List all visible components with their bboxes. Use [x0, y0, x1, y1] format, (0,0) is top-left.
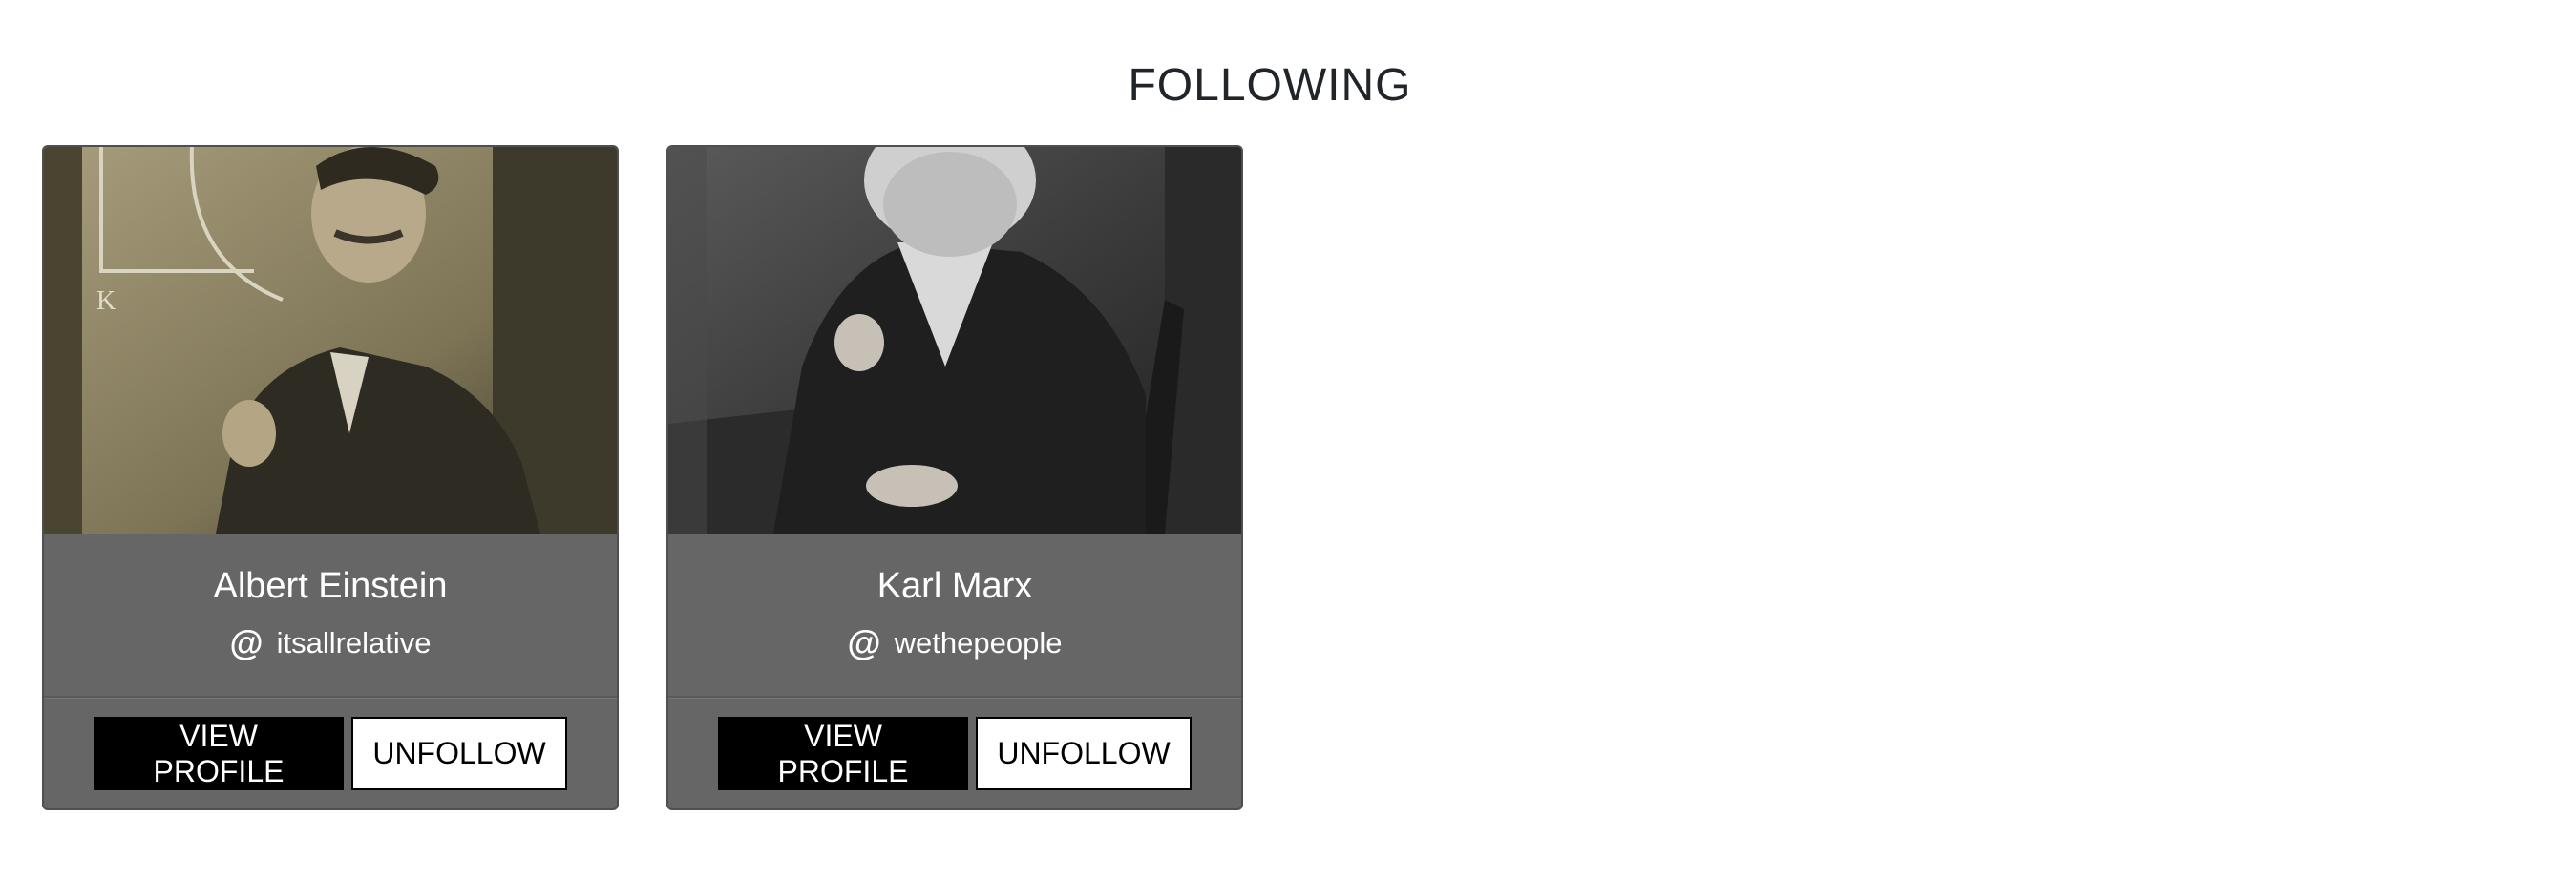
user-name: Karl Marx [876, 566, 1033, 606]
profile-photo: K [44, 147, 617, 534]
page-title: FOLLOWING [1128, 60, 1412, 112]
at-icon: @ [847, 623, 881, 662]
user-handle: @ wethepeople [848, 626, 1063, 660]
user-card: K Albert Einstein @ itsallrelative VIEW … [42, 145, 619, 810]
card-body: Karl Marx @ wethepeople [668, 534, 1241, 698]
following-list: K Albert Einstein @ itsallrelative VIEW … [42, 145, 1243, 810]
handle-text: itsallrelative [276, 626, 432, 660]
unfollow-button[interactable]: UNFOLLOW [351, 717, 567, 790]
unfollow-button[interactable]: UNFOLLOW [976, 717, 1192, 790]
view-profile-button[interactable]: VIEW PROFILE [94, 717, 344, 790]
at-icon: @ [229, 623, 264, 662]
user-name: Albert Einstein [213, 566, 448, 606]
svg-text:K: K [96, 286, 116, 316]
user-handle: @ itsallrelative [229, 626, 431, 660]
user-card: Karl Marx @ wethepeople VIEW PROFILE UNF… [666, 145, 1243, 810]
card-actions: VIEW PROFILE UNFOLLOW [668, 698, 1241, 808]
profile-photo [668, 147, 1241, 534]
view-profile-button[interactable]: VIEW PROFILE [718, 717, 968, 790]
card-body: Albert Einstein @ itsallrelative [44, 534, 617, 698]
card-actions: VIEW PROFILE UNFOLLOW [44, 698, 617, 808]
handle-text: wethepeople [894, 626, 1063, 660]
